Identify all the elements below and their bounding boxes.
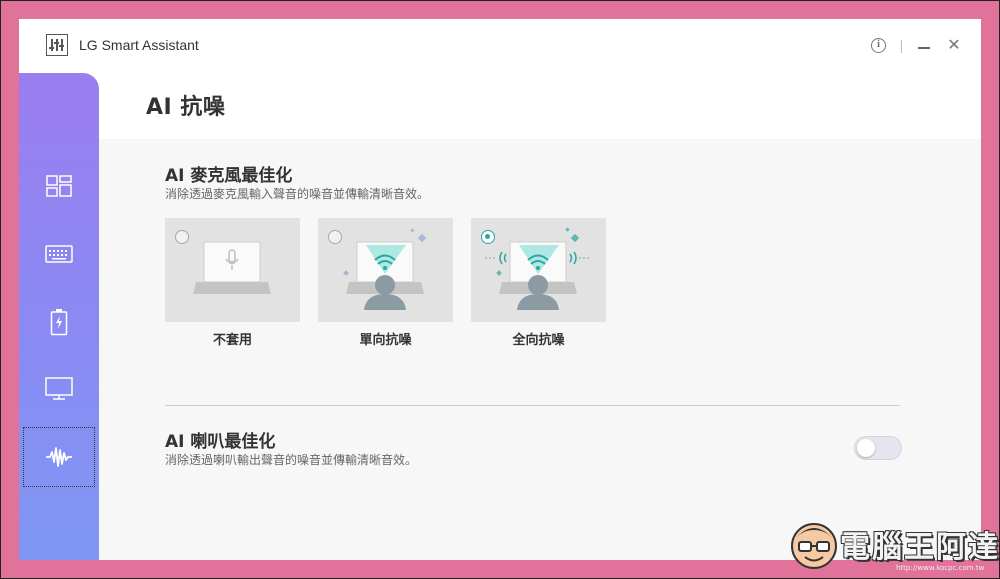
sidebar-item-dashboard[interactable] — [23, 156, 95, 216]
toggle-knob[interactable] — [857, 439, 875, 457]
page-header: AI 抗噪 — [99, 73, 981, 139]
monitor-icon — [45, 377, 73, 400]
option-card[interactable] — [318, 218, 453, 322]
speaker-section-description: 消除透過喇叭輸出聲音的噪音並傳輸清晰音效。 — [165, 453, 418, 467]
sidebar-item-keyboard[interactable] — [23, 224, 95, 284]
page-title: AI 抗噪 — [146, 95, 226, 120]
battery-charging-icon — [50, 309, 68, 336]
dashboard-grid-icon — [46, 175, 72, 197]
mic-option-unidirectional[interactable]: 單向抗噪 — [318, 218, 453, 348]
sidebar-item-display[interactable] — [23, 359, 95, 419]
title-bar: LG Smart Assistant i ✕ — [19, 19, 981, 73]
unidirectional-noise-icon — [343, 228, 427, 310]
mic-option-omnidirectional[interactable]: 全向抗噪 — [471, 218, 606, 348]
app-logo-icon — [46, 34, 68, 56]
option-label: 不套用 — [212, 333, 252, 348]
sidebar-item-battery[interactable] — [23, 292, 95, 352]
main-content: AI 麥克風最佳化 消除透過麥克風輸入聲音的噪音並傳輸清晰音效。 不套用 單向抗… — [99, 139, 981, 560]
option-card[interactable] — [471, 218, 606, 322]
keyboard-icon — [45, 245, 73, 263]
sidebar — [19, 73, 99, 560]
minimize-icon[interactable] — [918, 47, 930, 49]
laptop-microphone-icon — [193, 241, 271, 294]
sidebar-item-ai-noise[interactable] — [23, 427, 95, 487]
watermark: 電腦王阿達 http://www.kocpc.com.tw — [782, 514, 1000, 576]
section-divider — [165, 405, 900, 406]
info-icon[interactable]: i — [871, 38, 886, 53]
option-label: 單向抗噪 — [359, 333, 412, 348]
speaker-section-title: AI 喇叭最佳化 — [165, 432, 276, 452]
mic-section-description: 消除透過麥克風輸入聲音的噪音並傳輸清晰音效。 — [165, 187, 430, 201]
app-title: LG Smart Assistant — [79, 37, 199, 53]
sound-wave-icon — [46, 447, 72, 467]
mascot-logo — [791, 523, 837, 569]
omnidirectional-noise-icon — [485, 227, 591, 310]
option-label: 全向抗噪 — [512, 333, 565, 348]
watermark-text: 電腦王阿達 — [840, 530, 1000, 565]
app-window: LG Smart Assistant i ✕ AI 抗噪 AI 麥克風最佳化 消… — [19, 19, 981, 560]
titlebar-divider — [901, 40, 902, 53]
option-card[interactable] — [165, 218, 300, 322]
speaker-optimization-toggle[interactable] — [854, 436, 902, 460]
watermark-url: http://www.kocpc.com.tw — [896, 564, 985, 572]
mic-section-title: AI 麥克風最佳化 — [165, 166, 293, 186]
close-icon[interactable]: ✕ — [947, 37, 961, 53]
mic-option-off[interactable]: 不套用 — [165, 218, 300, 348]
